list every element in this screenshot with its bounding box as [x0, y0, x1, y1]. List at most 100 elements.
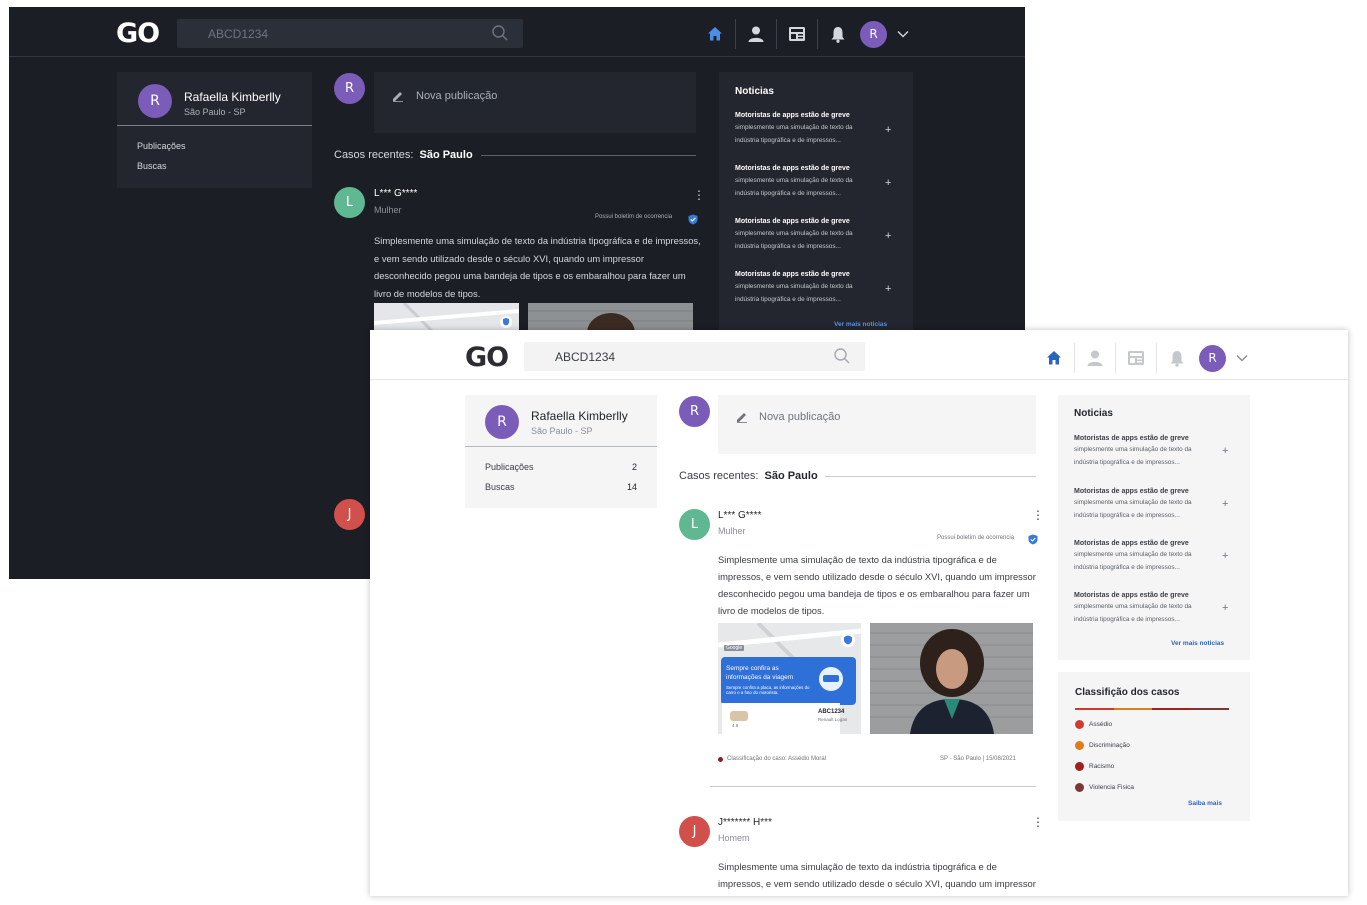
boletim-label: Possui boletim de ocorrencia — [937, 535, 1015, 541]
sidebar-item-buscas[interactable]: Buscas — [137, 161, 167, 171]
plus-icon[interactable]: + — [1222, 498, 1228, 510]
classification-item[interactable]: Racismo — [1075, 762, 1114, 771]
news-item[interactable]: Motoristas de apps estão de greve simple… — [735, 271, 900, 306]
search-icon[interactable] — [833, 347, 851, 370]
sidebar-item-label: Publicações — [485, 462, 534, 472]
recent-city[interactable]: São Paulo — [419, 149, 472, 161]
recent-label: Casos recentes: — [334, 149, 414, 161]
plus-icon[interactable]: + — [885, 124, 891, 136]
more-vert-icon[interactable]: ⋮ — [1032, 815, 1044, 829]
news-item[interactable]: Motoristas de apps estão de greve simple… — [735, 165, 900, 200]
bell-icon[interactable] — [826, 22, 850, 46]
news-headline: Motoristas de apps estão de greve — [1074, 435, 1189, 442]
avatar[interactable]: J — [334, 499, 365, 530]
search-value: ABCD1234 — [208, 27, 269, 41]
plus-icon[interactable]: + — [885, 230, 891, 242]
news-headline: Motoristas de apps estão de greve — [735, 218, 850, 225]
light-theme-window: GO ABCD1234 R R Rafaella Kimberlly São P… — [370, 330, 1348, 896]
news-headline: Motoristas de apps estão de greve — [1074, 488, 1189, 495]
case-text: Simplesmente uma simulação de texto da i… — [718, 554, 1036, 616]
top-nav: R — [1042, 343, 1254, 373]
profile-card: R Rafaella Kimberlly São Paulo - SP Publ… — [465, 395, 657, 508]
avatar[interactable]: R — [860, 20, 887, 48]
news-headline: Motoristas de apps estão de greve — [735, 271, 850, 278]
avatar[interactable]: R — [138, 84, 172, 118]
plus-icon[interactable]: + — [1222, 602, 1228, 614]
news-body: simplesmente uma simulação de texto da i… — [735, 230, 853, 250]
classification-item[interactable]: Discriminação — [1075, 741, 1130, 750]
more-vert-icon[interactable]: ⋮ — [693, 188, 705, 202]
new-post-button[interactable]: Nova publicação — [718, 395, 1036, 454]
search-input[interactable]: ABCD1234 — [524, 342, 865, 371]
avatar[interactable]: J — [679, 816, 710, 847]
home-icon[interactable] — [703, 22, 727, 46]
news-item[interactable]: Motoristas de apps estão de greve simple… — [735, 218, 900, 253]
map-brand: Google — [724, 645, 745, 651]
pencil-icon — [736, 410, 748, 428]
search-input[interactable]: ABCD1234 — [177, 19, 523, 48]
more-vert-icon[interactable]: ⋮ — [1032, 508, 1044, 522]
case-image-photo[interactable] — [528, 303, 693, 333]
plus-icon[interactable]: + — [885, 177, 891, 189]
news-item[interactable]: Motoristas de apps estão de greve simple… — [735, 112, 900, 147]
avatar[interactable]: L — [334, 187, 365, 218]
nav-divider — [1074, 343, 1075, 373]
news-item[interactable]: Motoristas de apps estão de greve simple… — [1074, 592, 1239, 626]
learn-more-link[interactable]: Saiba mais — [1188, 800, 1222, 807]
more-news-link[interactable]: Ver mais noticias — [834, 321, 887, 328]
user-name: Rafaella Kimberlly — [531, 409, 628, 423]
chevron-down-icon[interactable] — [891, 22, 915, 46]
search-value: ABCD1234 — [555, 350, 616, 364]
case-text: Simplesmente uma simulação de texto da i… — [718, 861, 1036, 889]
avatar[interactable]: R — [485, 405, 519, 439]
home-icon[interactable] — [1042, 346, 1066, 370]
sidebar-item-count: 14 — [626, 482, 637, 492]
composite-screenshot: GO ABCD1234 R R Rafaella Kimberlly São P… — [0, 0, 1367, 905]
classification-item[interactable]: Assédio — [1075, 720, 1112, 729]
divider — [117, 125, 312, 126]
recent-city[interactable]: São Paulo — [764, 470, 817, 482]
bar-segment — [1152, 708, 1191, 710]
news-body: simplesmente uma simulação de texto da i… — [735, 283, 853, 303]
plus-icon[interactable]: + — [885, 283, 891, 295]
top-bar: GO ABCD1234 R — [370, 330, 1348, 380]
search-icon[interactable] — [491, 24, 509, 47]
classification-panel: Classifição dos casos Assédio Discrimina… — [1058, 672, 1250, 821]
news-item[interactable]: Motoristas de apps estão de greve simple… — [1074, 435, 1239, 469]
news-icon[interactable] — [785, 22, 809, 46]
sidebar-item-publicacoes[interactable]: Publicações 2 — [485, 462, 637, 472]
plus-icon[interactable]: + — [1222, 445, 1228, 457]
avatar[interactable]: L — [679, 509, 710, 540]
case-author: L*** G**** — [374, 188, 418, 199]
news-icon[interactable] — [1124, 346, 1148, 370]
case-image-photo[interactable] — [870, 623, 1033, 734]
case-image-map[interactable] — [374, 303, 519, 333]
map-card-car: Renault Logan — [818, 717, 848, 722]
user-location: São Paulo - SP — [184, 107, 246, 117]
news-item[interactable]: Motoristas de apps estão de greve simple… — [1074, 488, 1239, 522]
more-news-link[interactable]: Ver mais noticias — [1171, 640, 1224, 647]
classification-item[interactable]: Violencia Fisica — [1075, 783, 1134, 792]
person-icon[interactable] — [1083, 346, 1107, 370]
app-logo[interactable]: GO — [116, 18, 160, 49]
news-body: simplesmente uma simulação de texto da i… — [1074, 551, 1192, 571]
news-headline: Motoristas de apps estão de greve — [1074, 592, 1189, 599]
news-item[interactable]: Motoristas de apps estão de greve simple… — [1074, 540, 1239, 574]
legend-dot — [1075, 720, 1084, 729]
avatar[interactable]: R — [1199, 344, 1226, 372]
map-card-title: Sempre confira as informações da viagem — [726, 665, 794, 681]
app-logo[interactable]: GO — [465, 342, 509, 373]
chevron-down-icon[interactable] — [1230, 346, 1254, 370]
plus-icon[interactable]: + — [1222, 550, 1228, 562]
case-image-map[interactable]: Google Sempre confira as informações da … — [718, 623, 861, 734]
avatar: R — [334, 73, 365, 104]
case-author: L*** G**** — [718, 510, 762, 521]
news-body: simplesmente uma simulação de texto da i… — [1074, 499, 1192, 519]
sidebar-item-buscas[interactable]: Buscas 14 — [485, 482, 637, 492]
news-body: simplesmente uma simulação de texto da i… — [1074, 603, 1192, 623]
classification-label: Discriminação — [1089, 742, 1130, 749]
person-icon[interactable] — [744, 22, 768, 46]
new-post-button[interactable]: Nova publicação — [374, 72, 696, 133]
sidebar-item-publicacoes[interactable]: Publicações — [137, 141, 186, 151]
bell-icon[interactable] — [1165, 346, 1189, 370]
